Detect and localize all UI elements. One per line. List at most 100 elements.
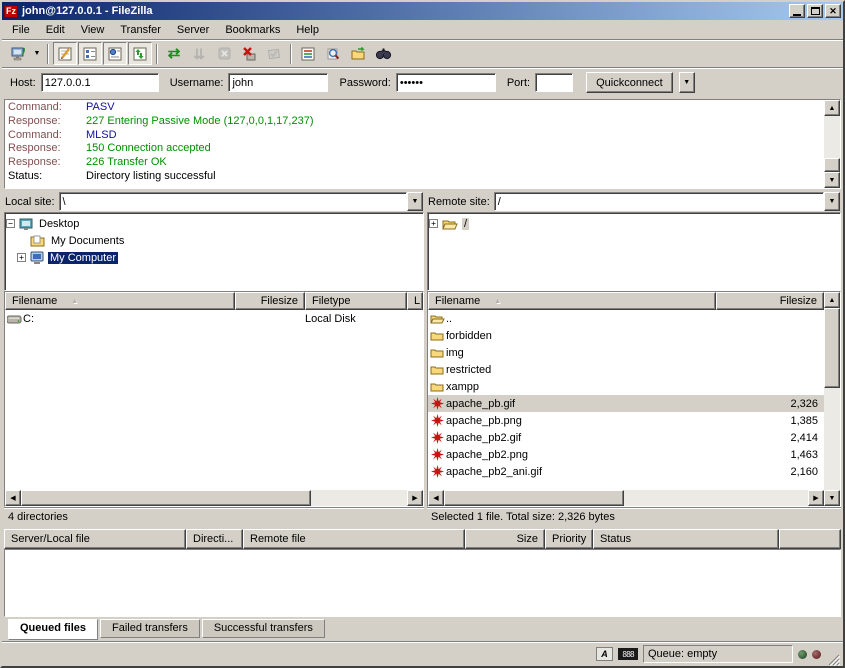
column-last-modified[interactable]: L [407, 292, 423, 310]
tab-queued-files[interactable]: Queued files [8, 619, 98, 640]
local-tree-icon [82, 46, 98, 62]
scroll-down-icon[interactable]: ▼ [824, 490, 840, 506]
message-log: Command:PASV Response:227 Entering Passi… [4, 99, 841, 189]
local-site-combo[interactable]: \ ▼ [59, 192, 423, 211]
scrollbar-thumb[interactable] [824, 158, 840, 172]
toggle-transfer-queue-button[interactable] [128, 42, 152, 65]
site-manager-dropdown[interactable]: ▼ [31, 42, 43, 65]
expand-icon[interactable]: + [429, 219, 438, 228]
scrollbar-thumb[interactable] [21, 490, 311, 506]
remote-file-row[interactable]: apache_pb2.gif2,414 [428, 429, 824, 446]
find-files-button[interactable] [371, 42, 395, 65]
compare-directories-button[interactable] [321, 42, 345, 65]
column-server-local-file[interactable]: Server/Local file [4, 529, 186, 549]
close-button[interactable]: ✕ [825, 4, 841, 18]
menu-file[interactable]: File [4, 22, 38, 38]
column-filename[interactable]: Filename▲ [428, 292, 716, 310]
scroll-up-icon[interactable]: ▲ [824, 292, 840, 308]
tab-successful-transfers[interactable]: Successful transfers [202, 619, 325, 638]
column-filename[interactable]: Filename▲ [5, 292, 235, 310]
remote-dir-row[interactable]: img [428, 344, 824, 361]
remote-dir-row[interactable]: forbidden [428, 327, 824, 344]
minimize-button[interactable] [789, 4, 805, 18]
remote-hscrollbar[interactable]: ◀ ▶ [428, 490, 824, 506]
tab-failed-transfers[interactable]: Failed transfers [100, 619, 200, 638]
port-input[interactable] [535, 73, 573, 92]
local-site-label: Local site: [5, 196, 55, 208]
local-site-dropdown[interactable]: ▼ [407, 192, 423, 211]
cancel-operation-button[interactable] [212, 42, 236, 65]
scroll-up-icon[interactable]: ▲ [824, 100, 840, 116]
column-size[interactable]: Size [465, 529, 545, 549]
remote-list-body[interactable]: .. forbidden img restricted xampp apache… [428, 310, 824, 490]
tree-item-desktop[interactable]: − Desktop [6, 215, 422, 232]
remote-dir-row[interactable]: xampp [428, 378, 824, 395]
host-input[interactable]: 127.0.0.1 [41, 73, 159, 92]
synchronized-browsing-button[interactable] [346, 42, 370, 65]
remote-vscrollbar[interactable]: ▲ ▼ [824, 292, 840, 506]
remote-dir-row[interactable]: restricted [428, 361, 824, 378]
menu-view[interactable]: View [73, 22, 113, 38]
menu-server[interactable]: Server [169, 22, 217, 38]
column-priority[interactable]: Priority [545, 529, 593, 549]
toggle-remote-tree-button[interactable] [103, 42, 127, 65]
toggle-message-log-button[interactable] [53, 42, 77, 65]
scrollbar-thumb[interactable] [824, 308, 840, 388]
scrollbar-thumb[interactable] [444, 490, 624, 506]
disconnect-button[interactable] [237, 42, 261, 65]
directory-listing-filters-button[interactable] [296, 42, 320, 65]
tree-item-root[interactable]: + / [429, 215, 839, 232]
remote-file-row-selected[interactable]: apache_pb.gif2,326 [428, 395, 824, 412]
remote-file-row[interactable]: apache_pb2_ani.gif2,160 [428, 463, 824, 480]
site-manager-button[interactable] [6, 42, 30, 65]
column-filesize[interactable]: Filesize [716, 292, 824, 310]
column-remote-file[interactable]: Remote file [243, 529, 465, 549]
scroll-right-icon[interactable]: ▶ [808, 490, 824, 506]
remote-site-combo[interactable]: / ▼ [494, 192, 840, 211]
menu-transfer[interactable]: Transfer [112, 22, 169, 38]
minimize-icon [793, 14, 801, 16]
menu-help[interactable]: Help [288, 22, 327, 38]
reconnect-button[interactable] [262, 42, 286, 65]
quickconnect-button[interactable]: Quickconnect [586, 72, 673, 93]
remote-tree[interactable]: + / [427, 212, 841, 291]
log-lines[interactable]: Command:PASV Response:227 Entering Passi… [5, 100, 824, 188]
tree-item-my-computer[interactable]: + My Computer [6, 249, 422, 266]
remote-site-value[interactable]: / [494, 192, 824, 211]
collapse-icon[interactable]: − [6, 219, 15, 228]
tree-item-my-documents[interactable]: My Documents [6, 232, 422, 249]
column-status[interactable]: Status [593, 529, 779, 549]
quickconnect-dropdown[interactable]: ▼ [679, 72, 695, 93]
queue-body[interactable] [4, 549, 841, 617]
scroll-down-icon[interactable]: ▼ [824, 172, 840, 188]
log-scrollbar[interactable]: ▲ ▼ [824, 100, 840, 188]
process-queue-button[interactable]: ⇊ [187, 42, 211, 65]
title-bar[interactable]: Fz john@127.0.0.1 - FileZilla ✕ [2, 2, 843, 20]
column-filetype[interactable]: Filetype [305, 292, 407, 310]
maximize-button[interactable] [807, 4, 823, 18]
column-direction[interactable]: Directi... [186, 529, 243, 549]
menu-bookmarks[interactable]: Bookmarks [217, 22, 288, 38]
scroll-left-icon[interactable]: ◀ [428, 490, 444, 506]
local-list-body[interactable]: C: Local Disk [5, 310, 423, 490]
refresh-button[interactable]: ⇄ [162, 42, 186, 65]
remote-file-row[interactable]: apache_pb.png1,385 [428, 412, 824, 429]
remote-dir-row[interactable]: .. [428, 310, 824, 327]
password-input[interactable]: •••••• [396, 73, 496, 92]
resize-grip[interactable] [826, 652, 840, 666]
menu-edit[interactable]: Edit [38, 22, 73, 38]
scroll-left-icon[interactable]: ◀ [5, 490, 21, 506]
log-line: Command:PASV [8, 101, 821, 115]
remote-site-dropdown[interactable]: ▼ [824, 192, 840, 211]
toggle-local-tree-button[interactable] [78, 42, 102, 65]
local-file-row[interactable]: C: Local Disk [5, 310, 423, 327]
local-hscrollbar[interactable]: ◀ ▶ [5, 490, 423, 506]
remote-file-row[interactable]: apache_pb2.png1,463 [428, 446, 824, 463]
column-filesize[interactable]: Filesize [235, 292, 305, 310]
local-tree[interactable]: − Desktop My Documents + My Computer [4, 212, 424, 291]
expand-icon[interactable]: + [17, 253, 26, 262]
image-file-icon [428, 431, 446, 444]
scroll-right-icon[interactable]: ▶ [407, 490, 423, 506]
local-site-value[interactable]: \ [59, 192, 407, 211]
username-input[interactable]: john [228, 73, 328, 92]
